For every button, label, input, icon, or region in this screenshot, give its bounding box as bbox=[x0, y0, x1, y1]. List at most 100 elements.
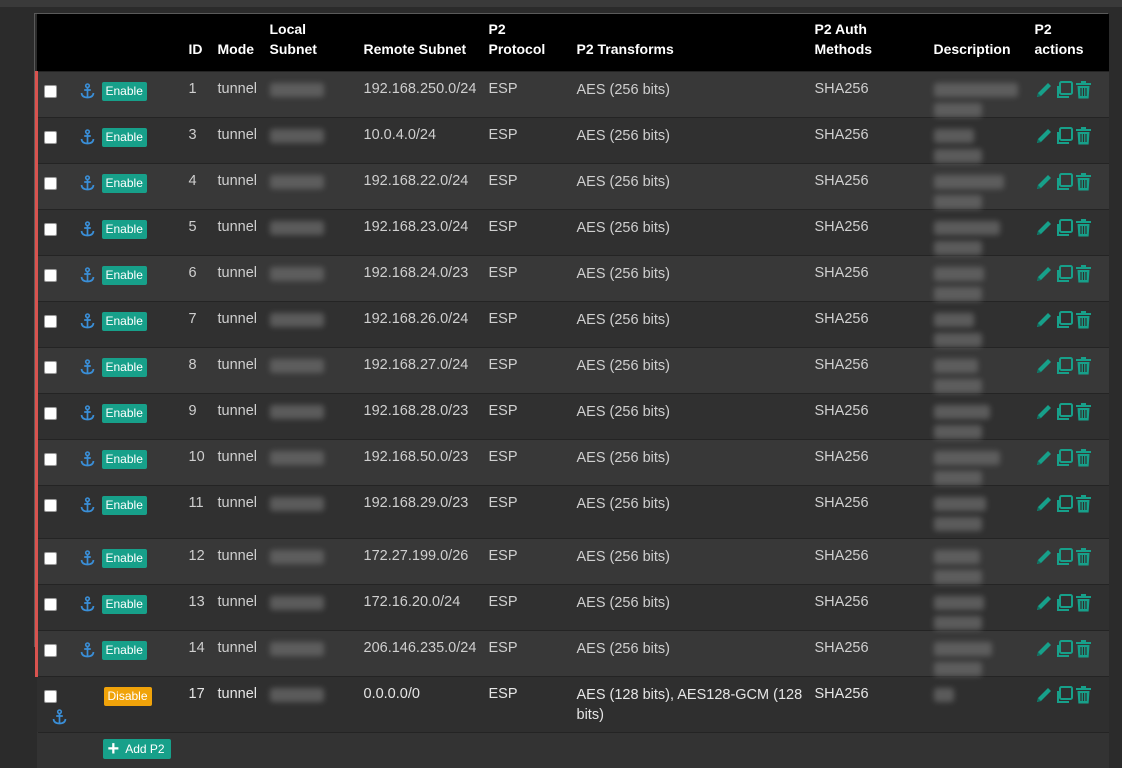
header-transforms[interactable]: P2 Transforms bbox=[576, 14, 815, 71]
pencil-icon[interactable] bbox=[1035, 640, 1055, 656]
table-row: Enable 8 tunnel 192.168.27.0/24 ESP AES … bbox=[35, 346, 1109, 393]
row-local-subnet bbox=[269, 116, 364, 163]
header-id[interactable]: ID bbox=[188, 14, 218, 71]
row-checkbox[interactable] bbox=[44, 130, 57, 144]
header-remote-subnet[interactable]: Remote Subnet bbox=[363, 14, 489, 71]
enable-button[interactable]: Enable bbox=[101, 548, 147, 568]
copy-icon[interactable] bbox=[1055, 218, 1075, 236]
header-description[interactable]: Description bbox=[933, 14, 1035, 71]
header-mode[interactable]: Mode bbox=[217, 14, 270, 71]
anchor-icon[interactable] bbox=[80, 549, 95, 570]
enable-button[interactable]: Enable bbox=[101, 594, 147, 614]
anchor-icon[interactable] bbox=[80, 312, 95, 333]
pencil-icon[interactable] bbox=[1035, 403, 1055, 419]
pencil-icon[interactable] bbox=[1035, 311, 1055, 327]
row-checkbox[interactable] bbox=[44, 176, 57, 190]
copy-icon[interactable] bbox=[1055, 80, 1075, 98]
pencil-icon[interactable] bbox=[1035, 219, 1055, 235]
copy-icon[interactable] bbox=[1055, 593, 1075, 611]
header-local-subnet[interactable]: Local Subnet bbox=[269, 14, 364, 71]
pencil-icon[interactable] bbox=[1035, 594, 1055, 610]
pencil-icon[interactable] bbox=[1035, 81, 1055, 97]
copy-icon[interactable] bbox=[1055, 639, 1075, 657]
row-checkbox[interactable] bbox=[44, 406, 57, 420]
copy-icon[interactable] bbox=[1055, 264, 1075, 282]
copy-icon[interactable] bbox=[1055, 448, 1075, 466]
enable-button[interactable]: Enable bbox=[101, 449, 147, 469]
trash-icon[interactable] bbox=[1075, 218, 1093, 236]
copy-icon[interactable] bbox=[1055, 685, 1075, 703]
enable-button[interactable]: Enable bbox=[101, 173, 147, 193]
enable-button[interactable]: Enable bbox=[101, 265, 147, 285]
trash-icon[interactable] bbox=[1075, 126, 1093, 144]
header-protocol[interactable]: P2 Protocol bbox=[488, 14, 577, 71]
row-checkbox[interactable] bbox=[44, 597, 57, 611]
enable-button[interactable]: Enable bbox=[101, 495, 147, 515]
pencil-icon[interactable] bbox=[1035, 357, 1055, 373]
row-checkbox[interactable] bbox=[44, 84, 57, 98]
trash-icon[interactable] bbox=[1075, 402, 1093, 420]
pencil-icon[interactable] bbox=[1035, 127, 1055, 143]
copy-icon[interactable] bbox=[1055, 126, 1075, 144]
anchor-icon[interactable] bbox=[80, 450, 95, 471]
trash-icon[interactable] bbox=[1075, 264, 1093, 282]
pencil-icon[interactable] bbox=[1035, 173, 1055, 189]
add-p2-button[interactable]: + Add P2 bbox=[102, 738, 171, 759]
pencil-icon[interactable] bbox=[1035, 686, 1055, 702]
trash-icon[interactable] bbox=[1075, 448, 1093, 466]
redacted-local-subnet bbox=[269, 312, 324, 327]
trash-icon[interactable] bbox=[1075, 639, 1093, 657]
row-checkbox[interactable] bbox=[44, 268, 57, 282]
row-checkbox[interactable] bbox=[44, 689, 57, 703]
top-strip bbox=[0, 0, 1122, 7]
anchor-icon[interactable] bbox=[80, 220, 95, 241]
anchor-icon[interactable] bbox=[80, 174, 95, 195]
row-checkbox[interactable] bbox=[44, 360, 57, 374]
anchor-icon[interactable] bbox=[80, 641, 95, 662]
row-checkbox[interactable] bbox=[44, 314, 57, 328]
row-protocol: ESP bbox=[488, 116, 577, 163]
enable-button[interactable]: Enable bbox=[101, 403, 147, 423]
anchor-icon[interactable] bbox=[80, 496, 95, 517]
trash-icon[interactable] bbox=[1075, 310, 1093, 328]
anchor-icon[interactable] bbox=[80, 595, 95, 616]
trash-icon[interactable] bbox=[1075, 172, 1093, 190]
row-checkbox[interactable] bbox=[44, 551, 57, 565]
copy-icon[interactable] bbox=[1055, 310, 1075, 328]
pencil-icon[interactable] bbox=[1035, 495, 1055, 511]
pencil-icon[interactable] bbox=[1035, 265, 1055, 281]
trash-icon[interactable] bbox=[1075, 80, 1093, 98]
enable-button[interactable]: Enable bbox=[101, 357, 147, 377]
copy-icon[interactable] bbox=[1055, 172, 1075, 190]
enable-button[interactable]: Enable bbox=[101, 127, 147, 147]
trash-icon[interactable] bbox=[1075, 547, 1093, 565]
enable-button[interactable]: Enable bbox=[101, 640, 147, 660]
trash-icon[interactable] bbox=[1075, 494, 1093, 512]
row-checkbox[interactable] bbox=[44, 643, 57, 657]
enable-button[interactable]: Enable bbox=[101, 311, 147, 331]
copy-icon[interactable] bbox=[1055, 402, 1075, 420]
trash-icon[interactable] bbox=[1075, 356, 1093, 374]
enable-button[interactable]: Enable bbox=[101, 81, 147, 101]
anchor-icon[interactable] bbox=[80, 404, 95, 425]
row-checkbox[interactable] bbox=[44, 452, 57, 466]
trash-icon[interactable] bbox=[1075, 593, 1093, 611]
redacted-description bbox=[933, 266, 984, 281]
anchor-icon[interactable] bbox=[80, 82, 95, 103]
pencil-icon[interactable] bbox=[1035, 449, 1055, 465]
row-checkbox[interactable] bbox=[44, 498, 57, 512]
anchor-icon[interactable] bbox=[80, 358, 95, 379]
copy-icon[interactable] bbox=[1055, 494, 1075, 512]
anchor-icon[interactable] bbox=[80, 266, 95, 287]
header-auth[interactable]: P2 Auth Methods bbox=[814, 14, 934, 71]
anchor-icon[interactable] bbox=[52, 708, 67, 729]
copy-icon[interactable] bbox=[1055, 356, 1075, 374]
anchor-icon[interactable] bbox=[80, 128, 95, 149]
disable-button[interactable]: Disable bbox=[103, 686, 152, 706]
row-id: 9 bbox=[188, 392, 218, 439]
trash-icon[interactable] bbox=[1075, 685, 1093, 703]
copy-icon[interactable] bbox=[1055, 547, 1075, 565]
row-checkbox[interactable] bbox=[44, 222, 57, 236]
pencil-icon[interactable] bbox=[1035, 548, 1055, 564]
enable-button[interactable]: Enable bbox=[101, 219, 147, 239]
